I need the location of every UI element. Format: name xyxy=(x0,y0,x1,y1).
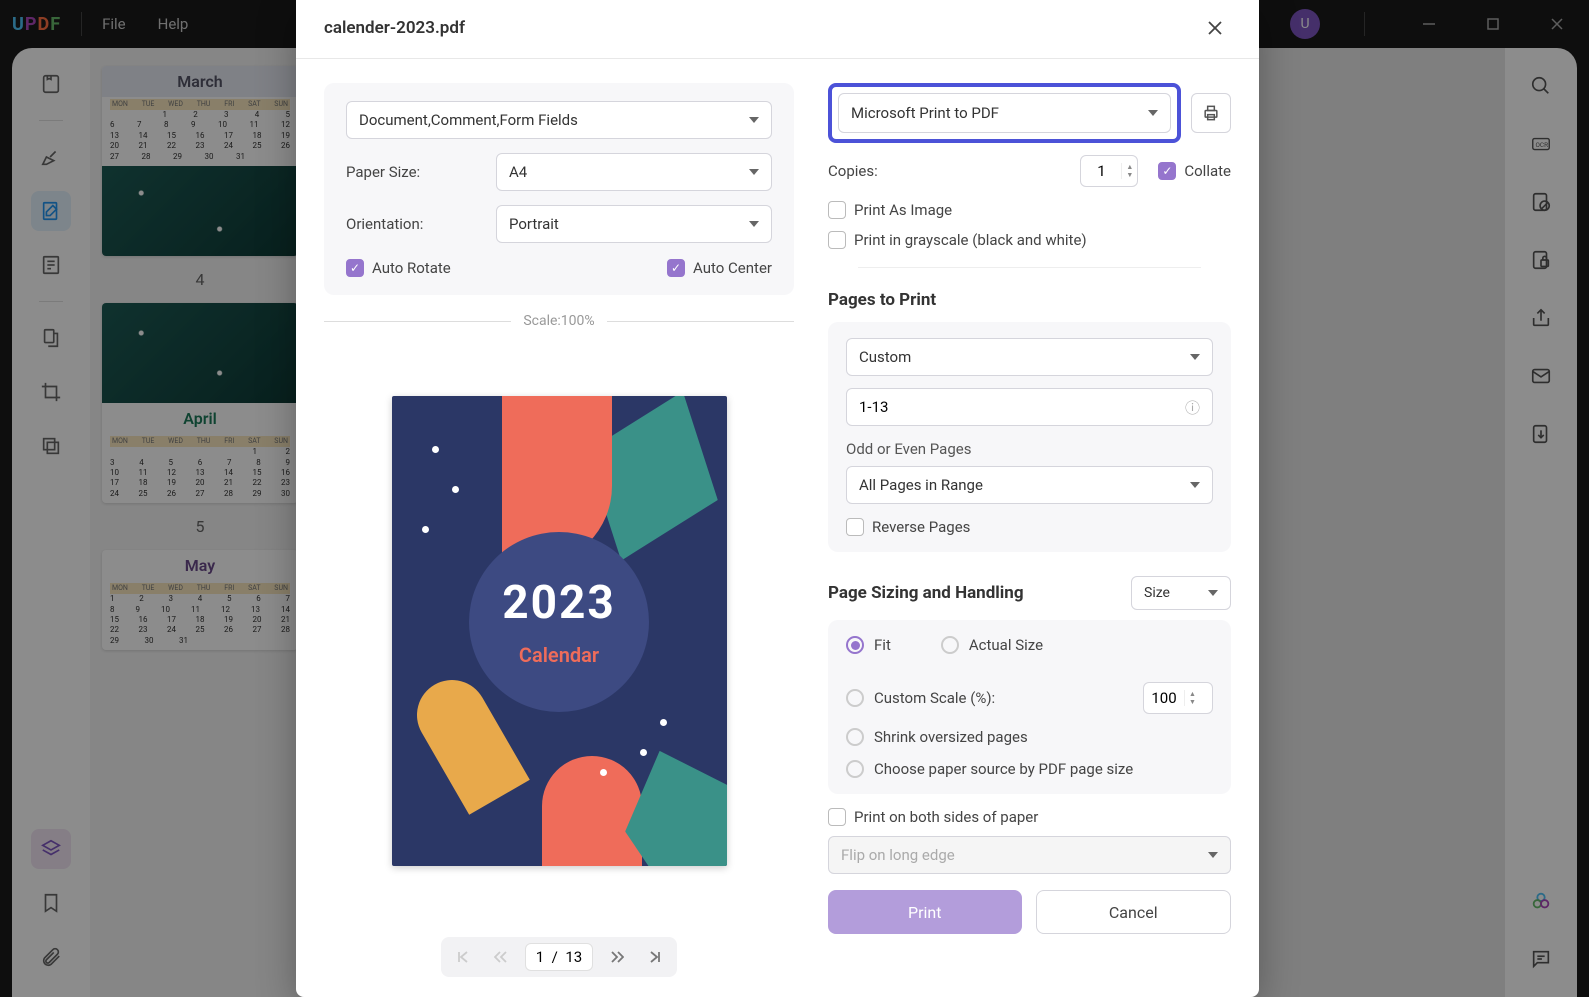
actual-size-radio[interactable] xyxy=(941,636,959,654)
page-sizing-title: Page Sizing and Handling xyxy=(828,583,1024,603)
orientation-select[interactable]: Portrait xyxy=(496,205,772,243)
print-content-select[interactable]: Document,Comment,Form Fields xyxy=(346,101,772,139)
odd-even-label: Odd or Even Pages xyxy=(846,440,1213,458)
print-button[interactable]: Print xyxy=(828,890,1022,934)
reverse-pages-checkbox[interactable] xyxy=(846,518,864,536)
pager-display[interactable]: 1 / 13 xyxy=(525,943,593,971)
custom-scale-spinner[interactable]: ▲▼ xyxy=(1143,682,1213,714)
paper-size-select[interactable]: A4 xyxy=(496,153,772,191)
copies-label: Copies: xyxy=(828,162,1080,180)
close-button[interactable] xyxy=(1199,12,1231,44)
pages-to-print-title: Pages to Print xyxy=(828,290,1231,310)
pager-next-button[interactable] xyxy=(603,943,631,971)
pager-last-button[interactable] xyxy=(641,943,669,971)
pager-prev-button[interactable] xyxy=(487,943,515,971)
printer-select[interactable]: Microsoft Print to PDF xyxy=(838,93,1171,133)
sizing-mode-select[interactable]: Size xyxy=(1131,576,1231,610)
printer-properties-button[interactable] xyxy=(1191,93,1231,133)
print-as-image-checkbox[interactable] xyxy=(828,201,846,219)
copies-spinner[interactable]: ▲▼ xyxy=(1080,155,1138,187)
fit-radio[interactable] xyxy=(846,636,864,654)
flip-select: Flip on long edge xyxy=(828,836,1231,874)
paper-source-radio[interactable] xyxy=(846,760,864,778)
print-dialog: calender-2023.pdf Document,Comment,Form … xyxy=(296,0,1259,997)
duplex-checkbox[interactable] xyxy=(828,808,846,826)
info-icon[interactable]: ⓘ xyxy=(1185,397,1200,418)
spinner-down[interactable]: ▼ xyxy=(1122,171,1137,179)
preview-pager: 1 / 13 xyxy=(324,937,794,977)
grayscale-checkbox[interactable] xyxy=(828,231,846,249)
custom-scale-radio[interactable] xyxy=(846,689,864,707)
copies-input[interactable] xyxy=(1081,162,1121,180)
pager-first-button[interactable] xyxy=(449,943,477,971)
auto-rotate-checkbox[interactable] xyxy=(346,259,364,277)
paper-size-label: Paper Size: xyxy=(346,163,496,181)
odd-even-select[interactable]: All Pages in Range xyxy=(846,466,1213,504)
spinner-up[interactable]: ▲ xyxy=(1122,163,1137,171)
printer-select-highlight: Microsoft Print to PDF xyxy=(828,83,1181,143)
collate-checkbox[interactable] xyxy=(1158,162,1176,180)
page-range-mode-select[interactable]: Custom xyxy=(846,338,1213,376)
cancel-button[interactable]: Cancel xyxy=(1036,890,1232,934)
orientation-label: Orientation: xyxy=(346,215,496,233)
page-range-input[interactable]: ⓘ xyxy=(846,388,1213,426)
dialog-title: calender-2023.pdf xyxy=(324,18,465,38)
shrink-radio[interactable] xyxy=(846,728,864,746)
auto-center-checkbox[interactable] xyxy=(667,259,685,277)
scale-label: Scale:100% xyxy=(324,313,794,329)
print-preview: 2023 Calendar xyxy=(392,396,727,866)
